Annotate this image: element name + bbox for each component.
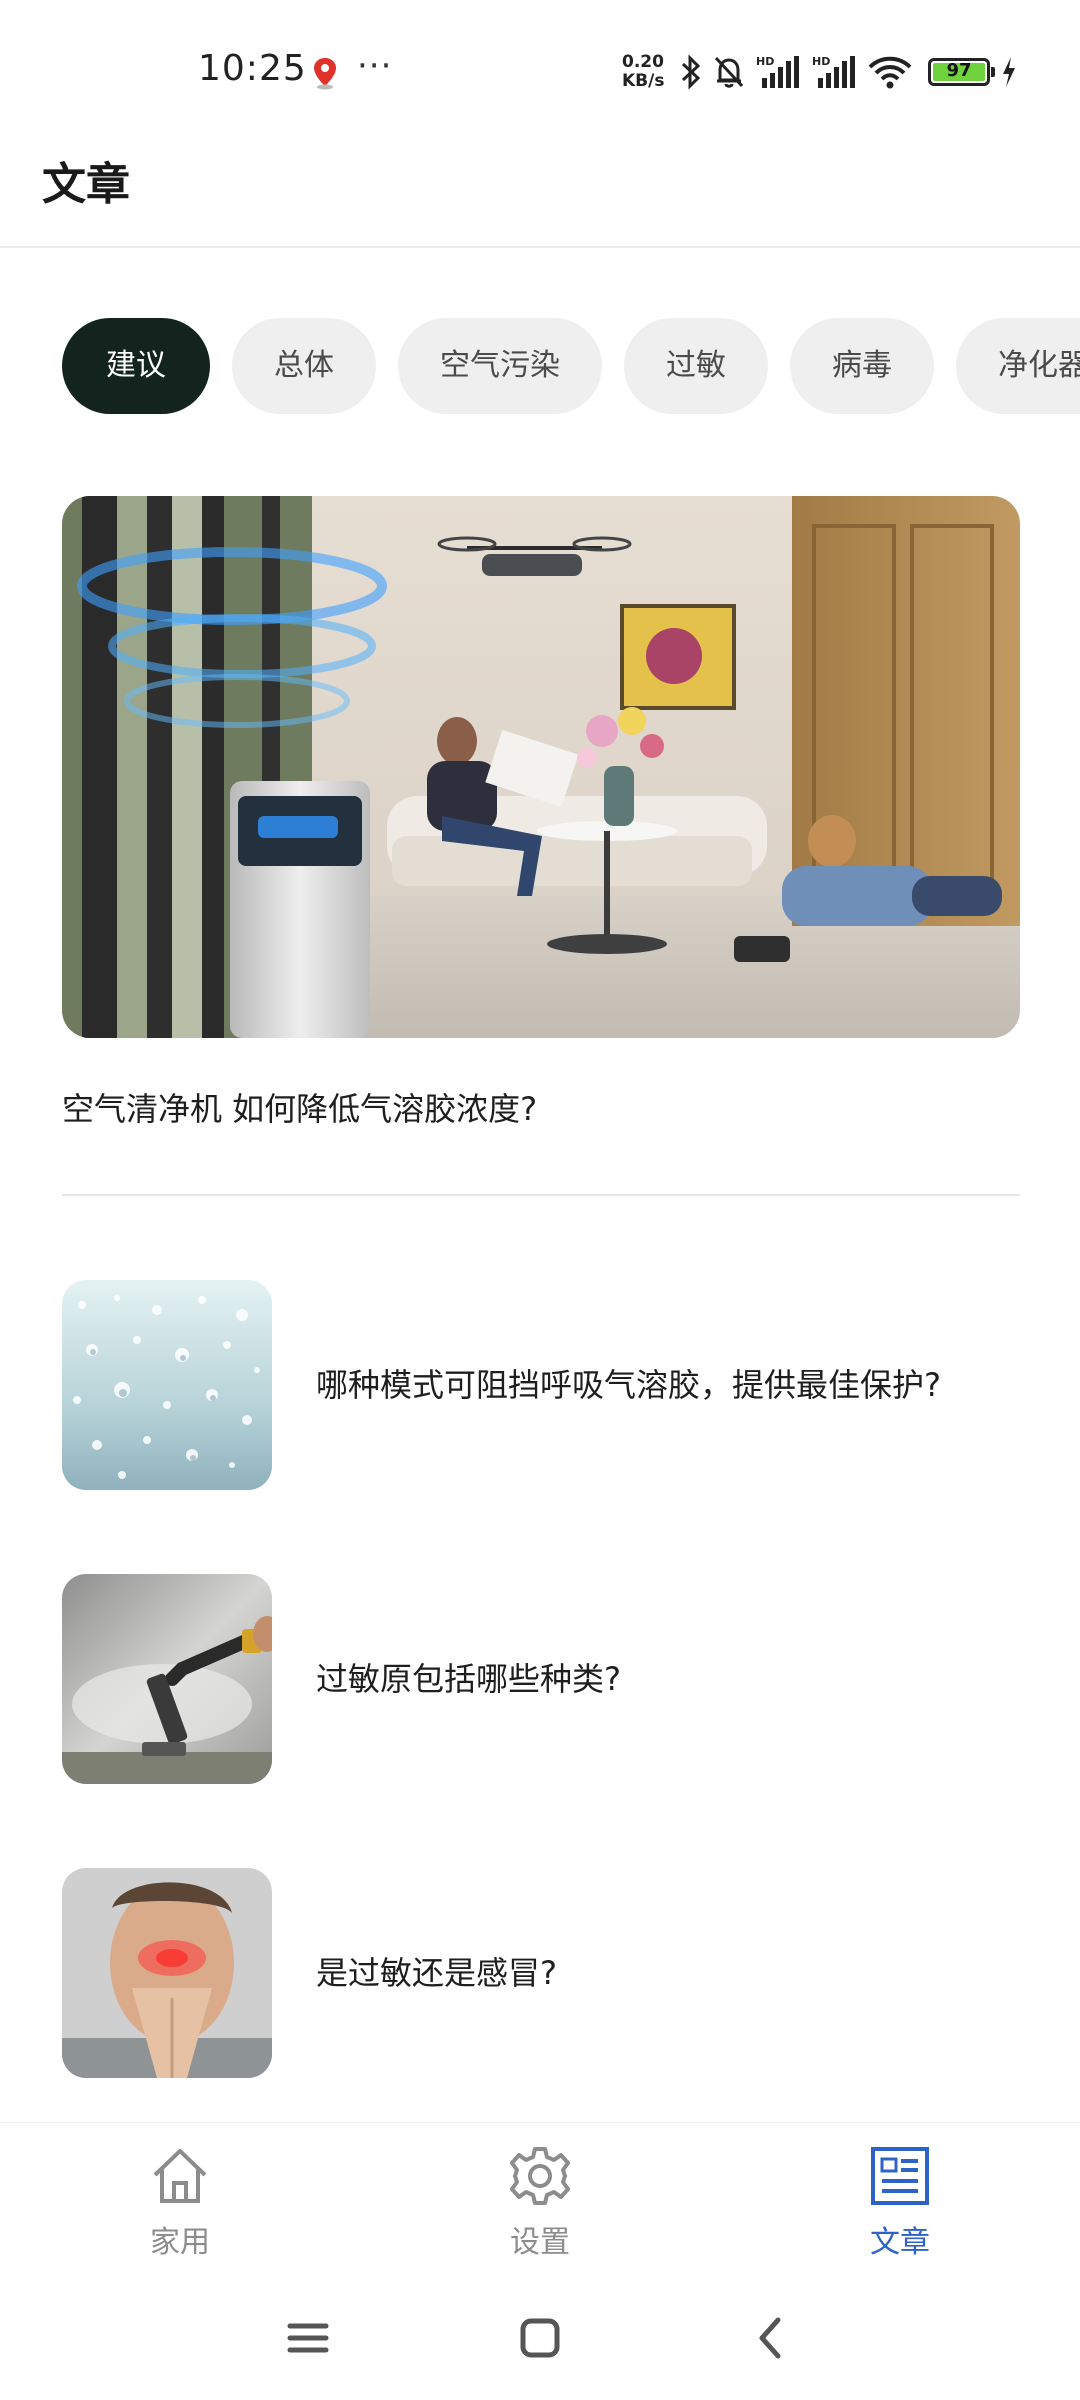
- home-icon: [153, 2149, 207, 2203]
- category-chips: 建议 总体 空气污染 过敏 病毒 净化器: [62, 318, 1080, 414]
- featured-article[interactable]: 空气清净机 如何降低气溶胶浓度?: [62, 496, 1020, 1130]
- status-bar: 10:25 ··· 0.20 KB/s HD HD 97: [0, 0, 1080, 140]
- featured-image[interactable]: [62, 496, 1020, 1038]
- article-thumbnail[interactable]: [62, 1868, 272, 2078]
- wifi-icon: [868, 56, 912, 89]
- article-title[interactable]: 是过敏还是感冒?: [316, 1868, 557, 2078]
- chip-air-pollution[interactable]: 空气污染: [398, 318, 602, 414]
- app-header: 文章: [0, 140, 1080, 248]
- nav-articles-label: 文章: [870, 2225, 930, 2260]
- battery-nub: [991, 67, 995, 77]
- list-item[interactable]: 哪种模式可阻挡呼吸气溶胶，提供最佳保护?: [62, 1280, 1020, 1490]
- article-icon: [871, 2147, 929, 2205]
- chip-purifier[interactable]: 净化器: [956, 318, 1080, 414]
- sneezing-man-photo: [62, 1868, 272, 2078]
- net-speed-unit: KB/s: [622, 71, 665, 91]
- water-droplets-photo: [62, 1280, 272, 1490]
- map-pin-icon: [314, 58, 336, 90]
- system-nav-bar: [0, 2272, 1080, 2400]
- battery-icon: 97: [928, 58, 995, 86]
- bottom-nav: 家用 设置 文章: [0, 2122, 1080, 2272]
- net-speed-value: 0.20: [622, 52, 664, 72]
- article-thumbnail[interactable]: [62, 1280, 272, 1490]
- chip-suggestions[interactable]: 建议: [62, 318, 210, 414]
- list-item[interactable]: 是过敏还是感冒?: [62, 1868, 1020, 2078]
- nav-home[interactable]: 家用: [80, 2143, 280, 2261]
- bluetooth-icon: [681, 54, 701, 90]
- menu-icon[interactable]: [278, 2308, 338, 2368]
- net-speed: 0.20 KB/s: [622, 53, 670, 91]
- svg-text:HD: HD: [756, 55, 774, 68]
- article-thumbnail[interactable]: [62, 1574, 272, 1784]
- page-title: 文章: [42, 159, 130, 210]
- more-dots-icon: ···: [357, 46, 393, 86]
- signal-hd-icon: HD: [756, 55, 799, 88]
- home-square-icon[interactable]: [510, 2308, 570, 2368]
- battery-level: 97: [946, 60, 972, 81]
- status-time: 10:25: [198, 48, 307, 89]
- nav-articles[interactable]: 文章: [800, 2143, 1000, 2261]
- gear-icon: [510, 2147, 570, 2205]
- back-icon[interactable]: [742, 2308, 802, 2368]
- svg-text:HD: HD: [812, 55, 830, 68]
- mute-bell-icon: [714, 56, 744, 88]
- article-title[interactable]: 过敏原包括哪些种类?: [316, 1574, 621, 1784]
- steam-cleaner-photo: [62, 1574, 272, 1784]
- nav-settings-label: 设置: [510, 2225, 570, 2260]
- list-item[interactable]: 过敏原包括哪些种类?: [62, 1574, 1020, 1784]
- article-title[interactable]: 哪种模式可阻挡呼吸气溶胶，提供最佳保护?: [316, 1280, 941, 1490]
- nav-home-label: 家用: [150, 2225, 210, 2260]
- chip-allergy[interactable]: 过敏: [624, 318, 768, 414]
- divider: [62, 1194, 1020, 1196]
- living-room-photo: [62, 496, 1020, 1038]
- charging-icon: [1003, 57, 1015, 87]
- featured-title[interactable]: 空气清净机 如何降低气溶胶浓度?: [62, 1084, 1020, 1130]
- signal-hd-icon: HD: [812, 55, 855, 88]
- chip-virus[interactable]: 病毒: [790, 318, 934, 414]
- nav-settings[interactable]: 设置: [440, 2143, 640, 2261]
- chip-general[interactable]: 总体: [232, 318, 376, 414]
